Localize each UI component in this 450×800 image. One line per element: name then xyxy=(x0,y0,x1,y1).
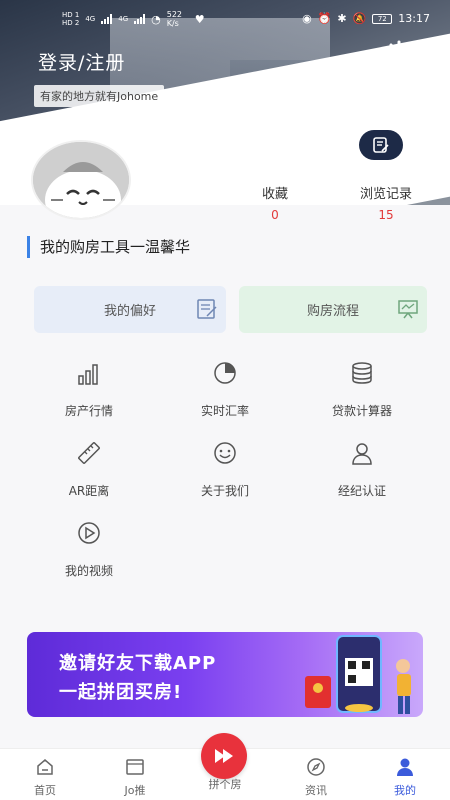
play-icon xyxy=(78,522,100,544)
section-title: 我的购房工具一温馨华 xyxy=(27,236,190,258)
edit-profile-button[interactable] xyxy=(359,130,403,160)
user-icon xyxy=(352,443,372,465)
user-filled-icon xyxy=(397,758,413,776)
tab-jo-push[interactable]: Jo推 xyxy=(100,757,170,798)
net-speed: 522 K/s xyxy=(166,10,183,28)
group-buy-center-button[interactable] xyxy=(201,733,247,779)
play-rewind-icon xyxy=(215,749,233,763)
phone-qr-illustration-icon xyxy=(305,635,411,714)
history-label: 浏览记录 xyxy=(359,187,412,202)
banner-line1: 邀请好友下载APP xyxy=(59,653,217,674)
my-preference-card[interactable]: 我的偏好 xyxy=(34,286,226,333)
favorites-label: 收藏 xyxy=(261,187,288,202)
battery-icon: 72 xyxy=(372,13,393,24)
tab-jo-label: Jo推 xyxy=(124,784,146,797)
tool-label: 贷款计算器 xyxy=(331,404,392,418)
tab-center-label[interactable]: 拼个房 xyxy=(195,776,255,792)
tagline-badge: 有家的地方就有Johome xyxy=(34,85,165,107)
tool-label: 房产行情 xyxy=(64,404,113,418)
tab-home[interactable]: 首页 xyxy=(10,757,80,798)
tool-market-trend[interactable]: 房产行情 xyxy=(34,360,144,419)
tool-agent-certification[interactable]: 经纪认证 xyxy=(307,440,417,499)
network-type: 4G xyxy=(85,15,96,23)
presentation-board-icon xyxy=(398,300,418,319)
edit-note-icon xyxy=(373,137,389,153)
invite-banner[interactable]: 邀请好友下载APP 一起拼团买房! xyxy=(27,632,423,717)
tool-label: AR距离 xyxy=(68,484,110,498)
mute-icon: 🔕 xyxy=(352,12,367,25)
network-hd-label: HD 1 HD 2 xyxy=(62,11,80,27)
database-icon xyxy=(352,362,372,384)
network-type-2: 4G xyxy=(118,15,129,23)
signal-icon-2 xyxy=(134,14,146,24)
bar-chart-icon xyxy=(78,364,98,385)
banner-line2: 一起拼团买房! xyxy=(59,682,183,703)
tab-home-label: 首页 xyxy=(34,784,56,797)
tool-ar-distance[interactable]: AR距离 xyxy=(34,440,144,499)
my-preference-label: 我的偏好 xyxy=(103,304,156,319)
tool-label: 关于我们 xyxy=(200,484,249,498)
tool-my-videos[interactable]: 我的视频 xyxy=(34,520,144,579)
buying-process-label: 购房流程 xyxy=(306,304,359,319)
heart-rate-icon: ♥ xyxy=(194,12,205,26)
signal-icon xyxy=(101,14,113,24)
tab-mine-label: 我的 xyxy=(394,784,416,797)
tool-loan-calculator[interactable]: 贷款计算器 xyxy=(307,360,417,419)
favorites-count: 0 xyxy=(271,208,279,222)
preference-form-icon xyxy=(197,299,217,319)
alarm-icon: ⏰ xyxy=(317,12,332,25)
tool-exchange-rate[interactable]: 实时汇率 xyxy=(170,360,280,419)
status-bar: HD 1 HD 2 4G 4G ◔ 522 K/s ♥ ◉ ⏰ ✱ 🔕 72 13… xyxy=(0,0,450,40)
tab-news[interactable]: 资讯 xyxy=(281,757,351,798)
avatar[interactable] xyxy=(31,140,131,220)
history-stat[interactable]: 浏览记录 15 xyxy=(351,183,421,222)
tool-label: 经纪认证 xyxy=(337,484,386,498)
login-register-link[interactable]: 登录/注册 xyxy=(38,48,125,75)
smile-icon xyxy=(214,442,236,464)
clock: 13:17 xyxy=(398,12,430,25)
settings-gear-icon[interactable] xyxy=(386,40,412,66)
history-count: 15 xyxy=(378,208,394,222)
compass-icon xyxy=(307,758,325,776)
favorites-stat[interactable]: 收藏 0 xyxy=(240,183,310,222)
wifi-icon: ◔ xyxy=(151,12,161,26)
tab-news-label: 资讯 xyxy=(305,784,327,797)
bluetooth-icon: ✱ xyxy=(337,12,347,25)
screen-icon xyxy=(126,759,144,775)
tool-about-us[interactable]: 关于我们 xyxy=(170,440,280,499)
tool-label: 我的视频 xyxy=(64,564,113,578)
eye-icon: ◉ xyxy=(302,12,312,25)
home-icon xyxy=(37,759,53,775)
tool-label: 实时汇率 xyxy=(200,404,249,418)
tab-mine[interactable]: 我的 xyxy=(370,757,440,798)
ruler-icon xyxy=(78,442,100,464)
buying-process-card[interactable]: 购房流程 xyxy=(239,286,427,333)
pie-chart-icon xyxy=(214,362,236,384)
